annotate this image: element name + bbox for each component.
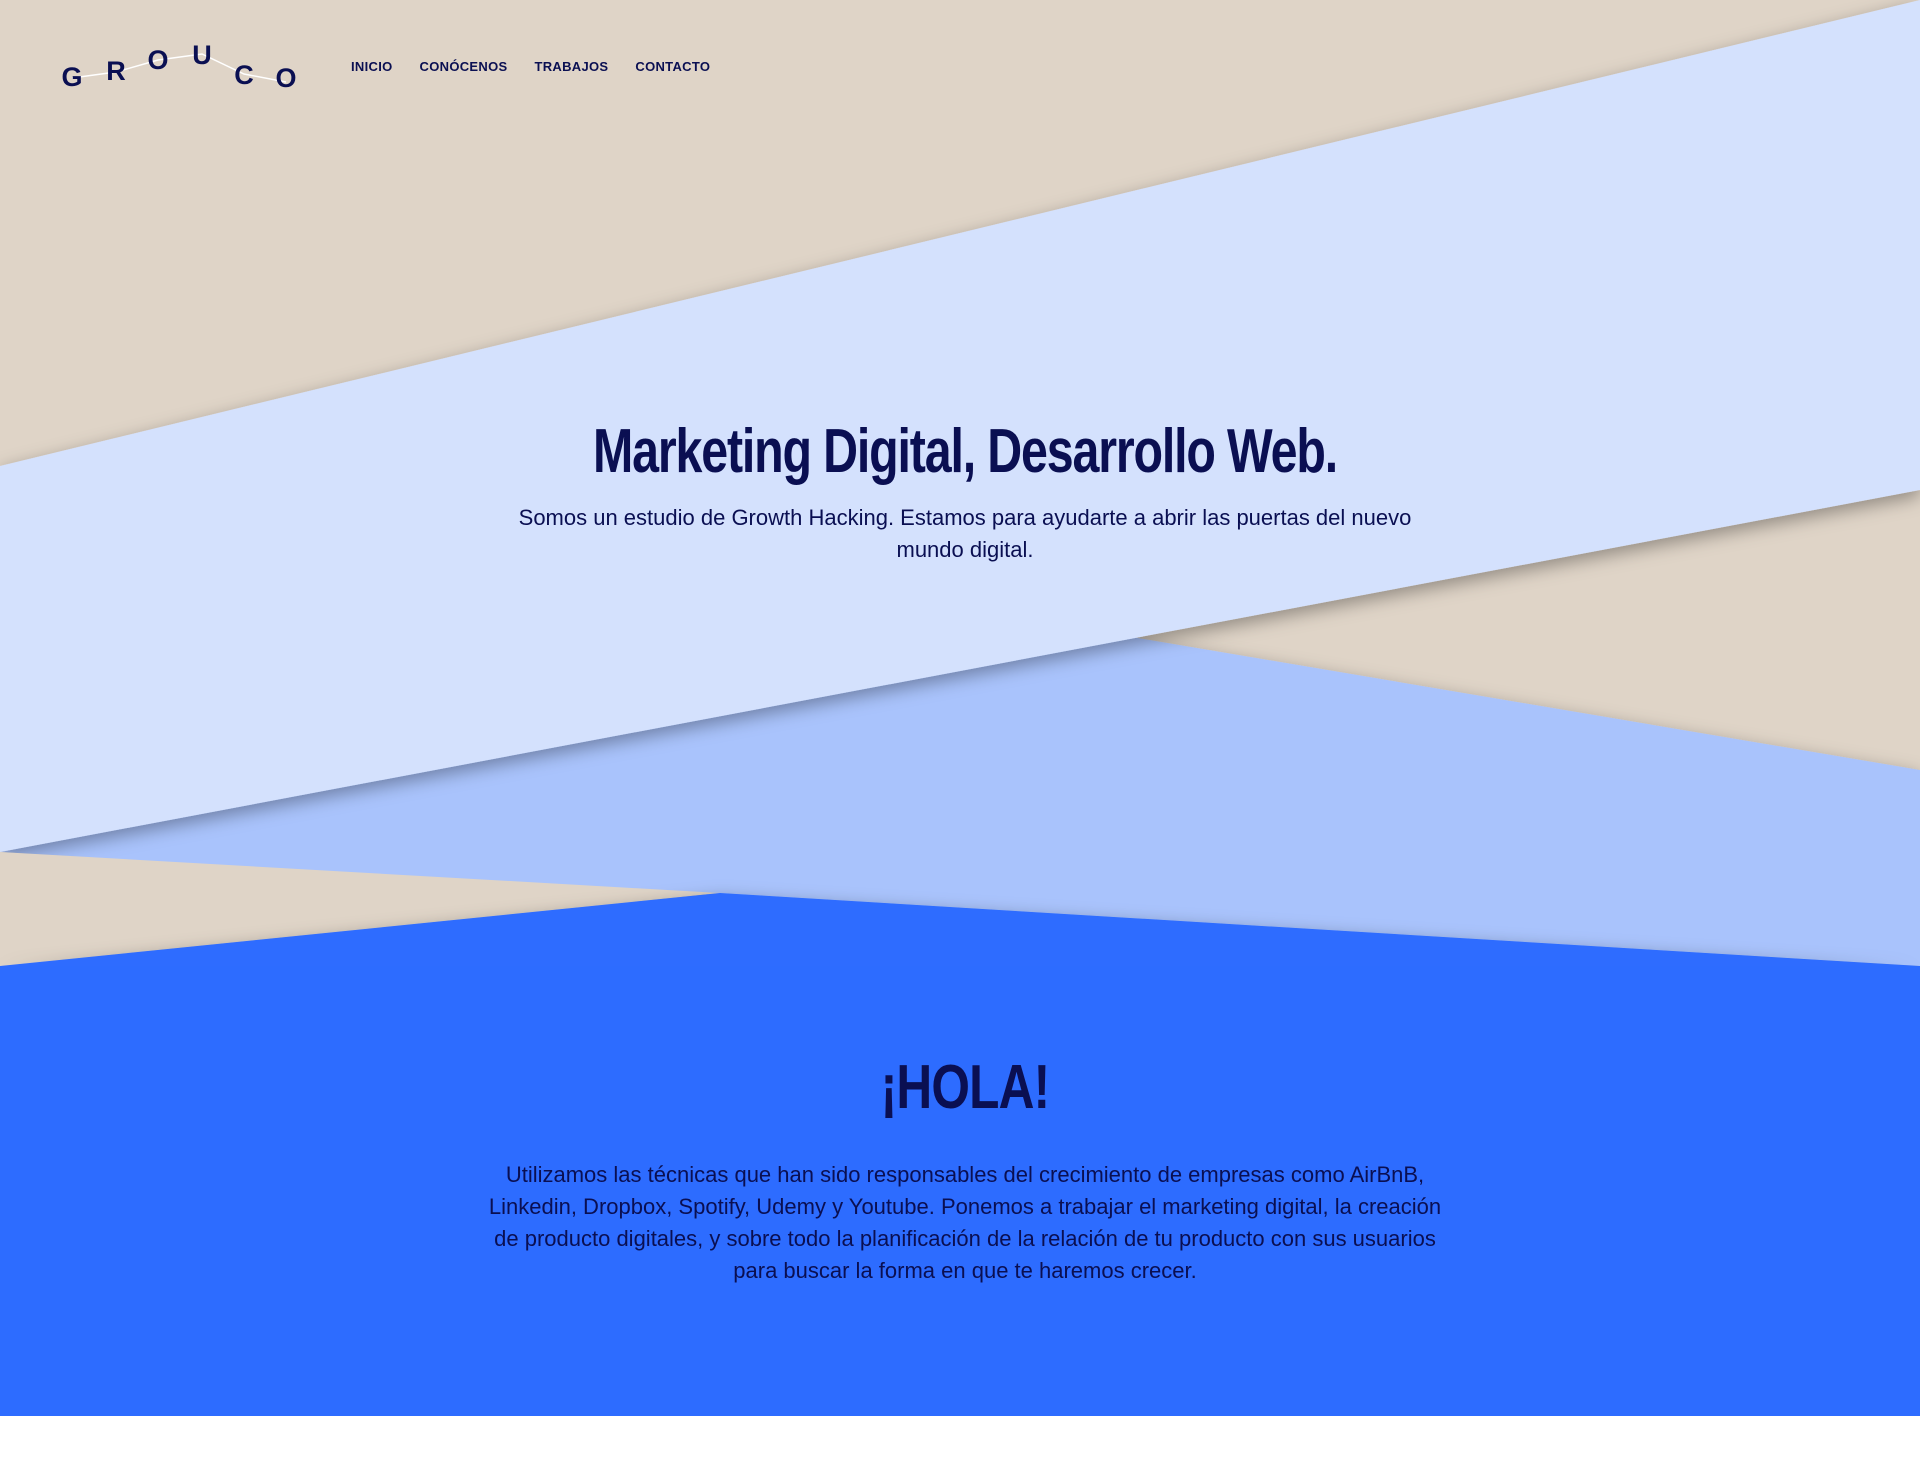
main-nav: INICIO CONÓCENOS TRABAJOS CONTACTO <box>351 58 737 76</box>
logo-letter: O <box>147 45 168 75</box>
logo-letter: G <box>61 62 82 92</box>
logo-letter: R <box>106 56 126 86</box>
landing-page: G R O U C O INICIO CONÓCENOS TRABAJOS CO… <box>0 0 1920 1480</box>
nav-item-trabajos[interactable]: TRABAJOS <box>534 58 608 76</box>
logo-mark: G R O U C O <box>61 40 296 93</box>
logo-connector-line <box>71 53 287 83</box>
logo-letter: U <box>192 40 212 70</box>
hero-title: Marketing Digital, Desarrollo Web. <box>593 417 1338 486</box>
intro-text: Utilizamos las técnicas que han sido res… <box>488 1162 1442 1283</box>
logo-letter: C <box>234 60 254 90</box>
intro-title: ¡HOLA! <box>880 1053 1051 1122</box>
intro-section: ¡HOLA! Utilizamos las técnicas que han s… <box>0 966 1920 1416</box>
logo-letter: O <box>275 63 296 93</box>
nav-item-contacto[interactable]: CONTACTO <box>635 58 710 76</box>
page-bottom-area <box>0 1416 1920 1480</box>
nav-item-conocenos[interactable]: CONÓCENOS <box>420 58 508 76</box>
nav-item-inicio[interactable]: INICIO <box>351 58 393 76</box>
brand-logo[interactable]: G R O U C O <box>58 40 302 100</box>
hero-section: G R O U C O INICIO CONÓCENOS TRABAJOS CO… <box>0 0 1920 966</box>
site-header: G R O U C O INICIO CONÓCENOS TRABAJOS CO… <box>0 0 1920 135</box>
hero-subtitle: Somos un estudio de Growth Hacking. Esta… <box>518 505 1412 562</box>
